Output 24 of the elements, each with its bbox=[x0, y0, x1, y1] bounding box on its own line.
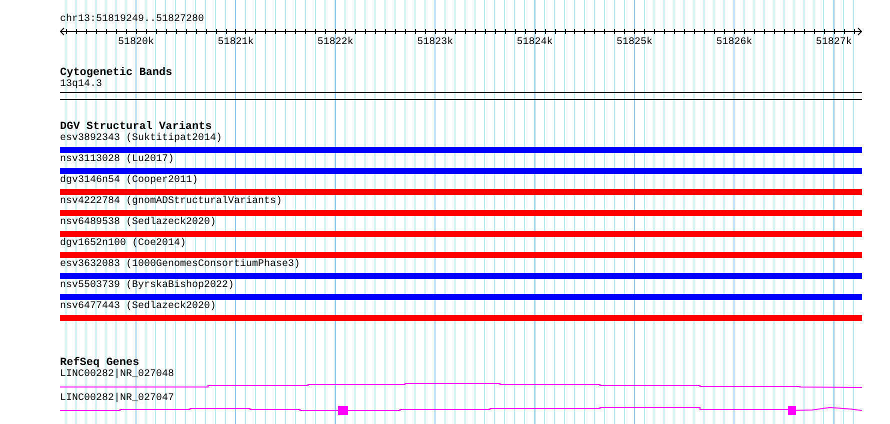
track-title: RefSeq Genes bbox=[60, 357, 140, 369]
variant-label: nsv5503739 (ByrskaBishop2022) bbox=[60, 280, 234, 292]
tick-label: 51824k bbox=[516, 37, 553, 48]
variant-label: dgv1652n100 (Coe2014) bbox=[60, 238, 186, 250]
tick-label: 51822k bbox=[317, 37, 354, 48]
variant-label: nsv6489538 (Sedlazeck2020) bbox=[60, 217, 216, 229]
variant-label: esv3892343 (Suktitipat2014) bbox=[60, 133, 222, 145]
variant-label: nsv3113028 (Lu2017) bbox=[60, 154, 174, 166]
track-title: DGV Structural Variants bbox=[60, 121, 212, 133]
gene-label: LINC00282|NR_027047 bbox=[60, 393, 174, 405]
band-label: 13q14.3 bbox=[60, 79, 102, 91]
track-title: Cytogenetic Bands bbox=[60, 67, 172, 79]
variant-label: nsv6477443 (Sedlazeck2020) bbox=[60, 301, 216, 313]
gene-label: LINC00282|NR_027048 bbox=[60, 369, 174, 381]
tick-label: 51826k bbox=[716, 37, 752, 48]
tick-label: 51820k bbox=[118, 37, 154, 48]
variant-label: nsv4222784 (gnomADStructuralVariants) bbox=[60, 196, 282, 208]
location-label: chr13:51819249..51827280 bbox=[60, 14, 204, 26]
tick-label: 51821k bbox=[218, 37, 254, 48]
variant-label: esv3632083 (1000GenomesConsortiumPhase3) bbox=[60, 259, 300, 271]
variant-label: dgv3146n54 (Cooper2011) bbox=[60, 175, 198, 187]
tick-label: 51825k bbox=[616, 37, 652, 48]
tick-label: 51823k bbox=[417, 37, 454, 48]
tick-label: 51827k bbox=[816, 37, 852, 48]
